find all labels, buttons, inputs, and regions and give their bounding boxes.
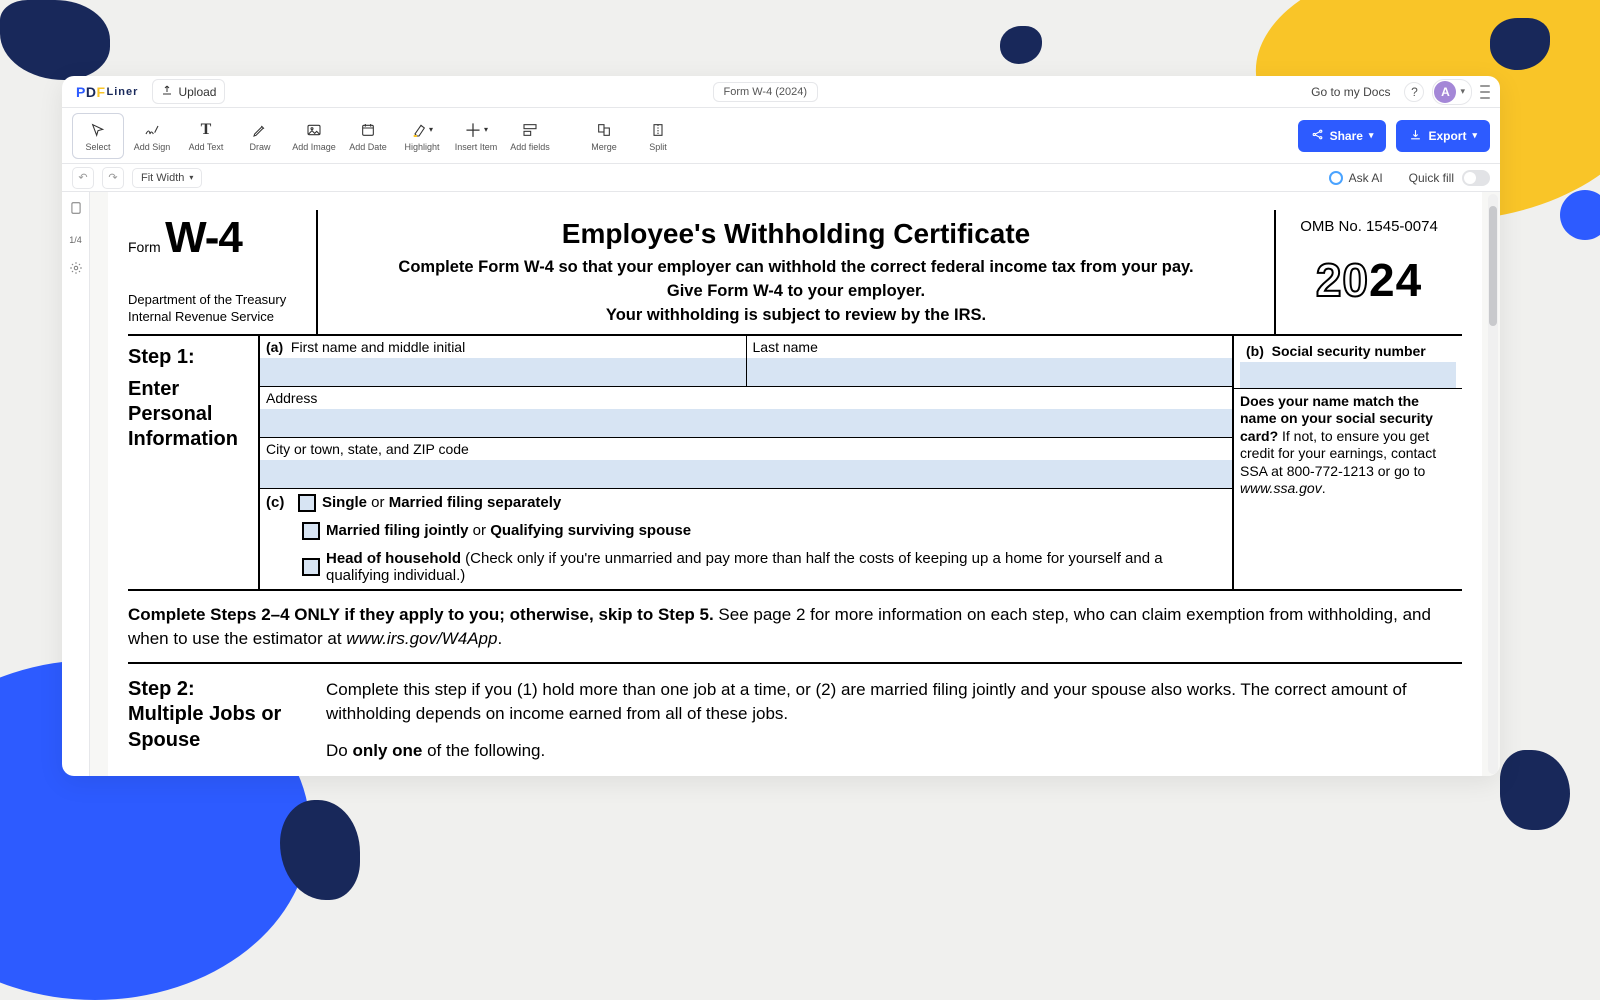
tool-add-text[interactable]: T Add Text (180, 113, 232, 159)
workspace: 1/4 Form W-4 Department of the Treasury … (62, 192, 1500, 776)
tool-insert-item[interactable]: ＋▾ Insert Item (450, 113, 502, 159)
last-name-label: Last name (747, 336, 1233, 358)
omb-number: OMB No. 1545-0074 (1282, 218, 1456, 235)
upload-label: Upload (178, 85, 216, 99)
plus-icon: ＋▾ (464, 120, 488, 140)
form-instr-2: Give Form W-4 to your employer. (328, 280, 1264, 304)
image-icon (306, 120, 322, 140)
first-name-input[interactable] (260, 358, 746, 386)
split-icon (650, 120, 666, 140)
form-label: Form (128, 239, 161, 255)
city-label: City or town, state, and ZIP code (260, 438, 1232, 460)
settings-gear-icon[interactable] (69, 261, 83, 278)
pencil-icon (252, 120, 268, 140)
address-label: Address (260, 387, 1232, 409)
form-instr-3: Your withholding is subject to review by… (328, 304, 1264, 328)
tool-draw[interactable]: Draw (234, 113, 286, 159)
avatar: A (1434, 81, 1456, 103)
tool-add-sign[interactable]: Add Sign (126, 113, 178, 159)
dept-line2: Internal Revenue Service (128, 309, 310, 326)
export-label: Export (1428, 129, 1466, 143)
page-thumb-icon[interactable] (69, 200, 83, 219)
chevron-down-icon: ▾ (1472, 130, 1477, 141)
upload-icon (161, 84, 173, 99)
tool-split[interactable]: Split (632, 113, 684, 159)
ai-icon (1329, 171, 1343, 185)
steps-2-4-note: Complete Steps 2–4 ONLY if they apply to… (128, 591, 1462, 665)
header-bar: PDFLiner Upload Form W-4 (2024) Go to my… (62, 76, 1500, 108)
help-button[interactable]: ? (1404, 82, 1424, 102)
scrollbar-thumb[interactable] (1489, 206, 1497, 326)
document-canvas[interactable]: Form W-4 Department of the Treasury Inte… (90, 192, 1500, 776)
dept-line1: Department of the Treasury (128, 292, 310, 309)
chevron-down-icon: ▾ (1460, 86, 1465, 97)
checkbox-mfj[interactable] (302, 522, 320, 540)
tool-highlight[interactable]: ▾ Highlight (396, 113, 448, 159)
zoom-fit-dropdown[interactable]: Fit Width ▾ (132, 168, 202, 188)
tool-select[interactable]: Select (72, 113, 124, 159)
undo-button[interactable]: ↶ (72, 167, 94, 189)
quickfill-toggle: Quick fill (1409, 170, 1490, 186)
form-code: W-4 (165, 213, 242, 262)
export-button[interactable]: Export ▾ (1396, 120, 1490, 152)
redo-button[interactable]: ↷ (102, 167, 124, 189)
checkbox-single[interactable] (298, 494, 316, 512)
cursor-icon (90, 120, 106, 140)
last-name-input[interactable] (747, 358, 1233, 386)
step2-number: Step 2: (128, 678, 326, 701)
sub-toolbar: ↶ ↷ Fit Width ▾ Ask AI Quick fill (62, 164, 1500, 192)
chevron-down-icon: ▾ (189, 173, 193, 182)
form-title: Employee's Withholding Certificate (328, 218, 1264, 250)
form-year: 2024 (1282, 253, 1456, 307)
step2-body-2: Do only one of the following. (326, 739, 1462, 763)
step1-title: Enter Personal Information (128, 377, 254, 452)
page-indicator: 1/4 (69, 235, 82, 245)
step2-body-1: Complete this step if you (1) hold more … (326, 678, 1462, 726)
chevron-down-icon: ▾ (1369, 130, 1374, 141)
document-title-chip[interactable]: Form W-4 (2024) (713, 82, 819, 102)
page-content: Form W-4 Department of the Treasury Inte… (108, 192, 1482, 776)
city-input[interactable] (260, 460, 1232, 488)
c-label: (c) (266, 494, 292, 511)
fields-icon (522, 120, 538, 140)
ssn-label: Social security number (1272, 343, 1426, 359)
text-icon: T (201, 120, 212, 140)
ssn-input[interactable] (1240, 362, 1456, 388)
tool-add-image[interactable]: Add Image (288, 113, 340, 159)
address-input[interactable] (260, 409, 1232, 437)
merge-icon (596, 120, 612, 140)
app-logo: PDFLiner (72, 84, 142, 100)
quickfill-switch[interactable] (1462, 170, 1490, 186)
calendar-icon (360, 120, 376, 140)
tool-add-date[interactable]: Add Date (342, 113, 394, 159)
share-label: Share (1330, 129, 1363, 143)
left-rail: 1/4 (62, 192, 90, 776)
app-window: PDFLiner Upload Form W-4 (2024) Go to my… (62, 76, 1500, 776)
goto-docs-link[interactable]: Go to my Docs (1305, 81, 1396, 103)
toolbar: Select Add Sign T Add Text Draw Add Imag… (62, 108, 1500, 164)
download-icon (1409, 128, 1422, 144)
tool-add-fields[interactable]: Add fields (504, 113, 556, 159)
step2-title: Multiple Jobs or Spouse (128, 701, 326, 753)
share-button[interactable]: Share ▾ (1298, 120, 1387, 152)
account-menu[interactable]: A ▾ (1432, 79, 1472, 105)
signature-icon (144, 120, 160, 140)
share-icon (1311, 128, 1324, 144)
name-match-note: Does your name match the name on your so… (1240, 389, 1456, 498)
ask-ai-button[interactable]: Ask AI (1329, 171, 1383, 185)
form-instr-1: Complete Form W-4 so that your employer … (328, 256, 1264, 280)
checkbox-hoh[interactable] (302, 558, 320, 576)
vertical-scrollbar[interactable] (1488, 194, 1498, 774)
tool-merge[interactable]: Merge (578, 113, 630, 159)
upload-button[interactable]: Upload (152, 79, 225, 104)
step1-number: Step 1: (128, 346, 254, 369)
more-grip-icon[interactable] (1480, 85, 1490, 99)
first-name-label: First name and middle initial (291, 339, 465, 355)
highlighter-icon: ▾ (411, 120, 433, 140)
